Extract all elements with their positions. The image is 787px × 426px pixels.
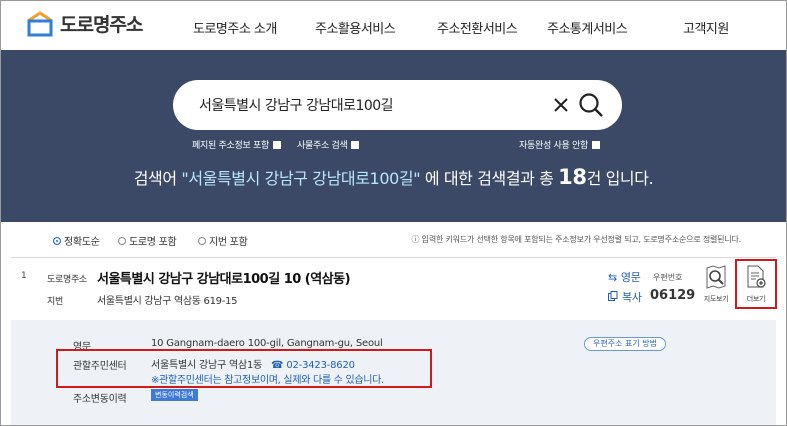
more-button-highlight: [735, 259, 777, 309]
map-button[interactable]: 지도보기: [700, 264, 732, 304]
option-abolished-checkbox[interactable]: [272, 140, 281, 149]
result-suffix: 건 입니다.: [586, 169, 654, 188]
road-address: 서울특별시 강남구 강남대로100길 10 (역삼동): [97, 272, 351, 287]
option-thing-address-label: 사물주소 검색: [297, 141, 348, 151]
english-value: 10 Gangnam-daero 100-gil, Gangnam-gu, Se…: [151, 338, 383, 349]
road-label: 도로명주소: [47, 275, 87, 285]
sort-accuracy-radio[interactable]: [53, 236, 61, 245]
sort-info-text: ⓘ 입력한 키워드가 선택한 항목에 포함되는 주소정보가 우선정렬 되고, 도…: [411, 235, 742, 244]
sort-road[interactable]: 도로명 포함: [118, 233, 177, 248]
map-icon: [704, 265, 728, 294]
nav-support[interactable]: 고객지원: [683, 18, 729, 37]
browser-frame: 도로명주소 도로명주소 소개 주소활용서비스 주소전환서비스 주소통계서비스 고…: [0, 0, 787, 426]
postcode-value: 06129: [650, 288, 696, 303]
jibun-address: 서울특별시 강남구 역삼동 619-15: [97, 296, 238, 307]
swap-icon: ⇆: [608, 270, 617, 284]
result-number: 1: [21, 271, 27, 281]
clear-icon[interactable]: [551, 95, 571, 115]
english-button-label: 영문: [620, 271, 641, 284]
nav-intro[interactable]: 도로명주소 소개: [193, 18, 277, 37]
search-box: [173, 80, 622, 130]
sort-jibun[interactable]: 지번 포함: [198, 233, 248, 248]
history-label: 주소변동이력: [73, 394, 127, 405]
nav-usage[interactable]: 주소활용서비스: [315, 18, 396, 37]
postcode-label: 우편번호: [653, 273, 683, 282]
center-highlight: [56, 349, 432, 388]
sort-accuracy[interactable]: 정확도순: [53, 233, 100, 248]
home-logo-icon: [25, 11, 55, 37]
result-count: 18: [558, 165, 587, 189]
option-autocomplete-label: 자동완성 사용 안함: [519, 141, 588, 151]
sort-accuracy-label: 정확도순: [64, 237, 100, 248]
option-abolished[interactable]: 폐지된 주소정보 포함: [192, 138, 281, 151]
english-button[interactable]: ⇆ 영문: [608, 269, 641, 285]
copy-button-label: 복사: [622, 291, 642, 304]
map-button-label: 지도보기: [703, 295, 729, 303]
site-header: 도로명주소 도로명주소 소개 주소활용서비스 주소전환서비스 주소통계서비스 고…: [1, 1, 786, 50]
nav-stats[interactable]: 주소통계서비스: [547, 18, 628, 37]
result-summary: 검색어 "서울특별시 강남구 강남대로100길" 에 대한 검색결과 총 18건…: [1, 165, 786, 189]
sort-road-label: 도로명 포함: [129, 237, 177, 248]
divider: [11, 257, 776, 258]
copy-button[interactable]: 복사: [608, 289, 642, 305]
option-thing-address-checkbox[interactable]: [351, 140, 360, 149]
result-query: "서울특별시 강남구 강남대로100길": [181, 169, 421, 188]
nav-convert[interactable]: 주소전환서비스: [437, 18, 518, 37]
result-mid: 에 대한 검색결과 총: [420, 169, 559, 188]
result-prefix: 검색어: [133, 169, 182, 188]
postal-guide-button[interactable]: 우편주소 표기 방법: [584, 337, 666, 351]
sort-jibun-label: 지번 포함: [209, 237, 248, 248]
history-search-button[interactable]: 변동이력검색: [151, 389, 198, 401]
search-icon[interactable]: [577, 91, 605, 119]
option-autocomplete[interactable]: 자동완성 사용 안함: [519, 138, 600, 151]
copy-icon: [608, 290, 618, 304]
search-banner: 폐지된 주소정보 포함 사물주소 검색 자동완성 사용 안함 검색어 "서울특별…: [1, 50, 786, 222]
site-logo[interactable]: 도로명주소: [25, 10, 143, 37]
jibun-label: 지번: [47, 297, 63, 307]
search-input[interactable]: [199, 95, 539, 115]
sort-road-radio[interactable]: [118, 236, 126, 245]
option-autocomplete-checkbox[interactable]: [591, 140, 600, 149]
option-thing-address[interactable]: 사물주소 검색: [297, 138, 360, 151]
sort-bar: 정확도순 도로명 포함 지번 포함 ⓘ 입력한 키워드가 선택한 항목에 포함되…: [1, 226, 786, 251]
logo-text: 도로명주소: [60, 14, 143, 36]
sort-jibun-radio[interactable]: [198, 236, 206, 245]
option-abolished-label: 폐지된 주소정보 포함: [192, 141, 269, 151]
